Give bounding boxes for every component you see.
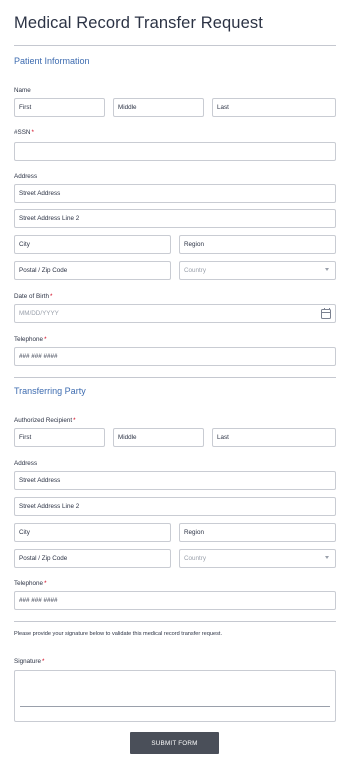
submit-button[interactable]: SUBMIT FORM	[130, 732, 219, 754]
divider	[14, 45, 336, 46]
recipient-city-input[interactable]: City	[14, 523, 171, 542]
signature-line	[20, 706, 330, 707]
signature-note: Please provide your signature below to v…	[14, 631, 223, 637]
required-mark: *	[44, 336, 47, 343]
recipient-telephone-label-text: Telephone	[14, 580, 44, 587]
chevron-down-icon	[325, 556, 329, 559]
ssn-label-text: #SSN	[14, 129, 31, 136]
dob-placeholder: MM/DD/YYYY	[19, 310, 59, 317]
ssn-label: #SSN*	[14, 129, 34, 136]
divider	[14, 621, 336, 622]
ssn-input[interactable]	[14, 142, 336, 161]
first-name-input[interactable]: First	[14, 98, 105, 117]
page-title: Medical Record Transfer Request	[14, 14, 263, 32]
required-mark: *	[44, 580, 47, 587]
section-heading-patient: Patient Information	[14, 56, 90, 66]
recipient-address-label: Address	[14, 460, 38, 467]
street-address-line2-input[interactable]: Street Address Line 2	[14, 209, 336, 228]
city-input[interactable]: City	[14, 235, 171, 254]
recipient-street-line2-input[interactable]: Street Address Line 2	[14, 497, 336, 516]
telephone-input[interactable]: ### ### ####	[14, 347, 336, 366]
recipient-telephone-input[interactable]: ### ### ####	[14, 591, 336, 610]
dob-input[interactable]: MM/DD/YYYY	[14, 304, 336, 323]
recipient-label: Authorized Recipient*	[14, 417, 76, 424]
middle-name-input[interactable]: Middle	[113, 98, 204, 117]
required-mark: *	[41, 658, 45, 665]
signature-pad[interactable]	[14, 670, 336, 722]
calendar-icon[interactable]	[321, 307, 331, 319]
recipient-postal-input[interactable]: Postal / Zip Code	[14, 549, 171, 568]
recipient-region-input[interactable]: Region	[179, 523, 336, 542]
telephone-label: Telephone*	[14, 336, 47, 343]
recipient-telephone-label: Telephone*	[14, 580, 47, 587]
recipient-country-select[interactable]: Country	[179, 549, 336, 568]
name-label: Name	[14, 87, 31, 94]
signature-label-text: Signature	[14, 658, 41, 665]
chevron-down-icon	[325, 268, 329, 271]
last-name-input[interactable]: Last	[212, 98, 336, 117]
region-input[interactable]: Region	[179, 235, 336, 254]
street-address-input[interactable]: Street Address	[14, 184, 336, 203]
required-mark: *	[73, 417, 76, 424]
section-heading-transfer: Transferring Party	[14, 386, 86, 396]
recipient-country-value: Country	[184, 555, 207, 562]
postal-code-input[interactable]: Postal / Zip Code	[14, 261, 171, 280]
dob-label-text: Date of Birth	[14, 293, 49, 300]
dob-label: Date of Birth*	[14, 293, 52, 300]
recipient-label-text: Authorized Recipient	[14, 417, 73, 424]
signature-label: Signature*	[14, 658, 44, 665]
country-select-value: Country	[184, 267, 207, 274]
telephone-label-text: Telephone	[14, 336, 44, 343]
required-mark: *	[50, 293, 53, 300]
recipient-middle-input[interactable]: Middle	[113, 428, 204, 447]
recipient-first-input[interactable]: First	[14, 428, 105, 447]
recipient-street-input[interactable]: Street Address	[14, 471, 336, 490]
divider	[14, 377, 336, 378]
recipient-last-input[interactable]: Last	[212, 428, 336, 447]
country-select[interactable]: Country	[179, 261, 336, 280]
required-mark: *	[31, 129, 34, 136]
address-label: Address	[14, 173, 38, 180]
